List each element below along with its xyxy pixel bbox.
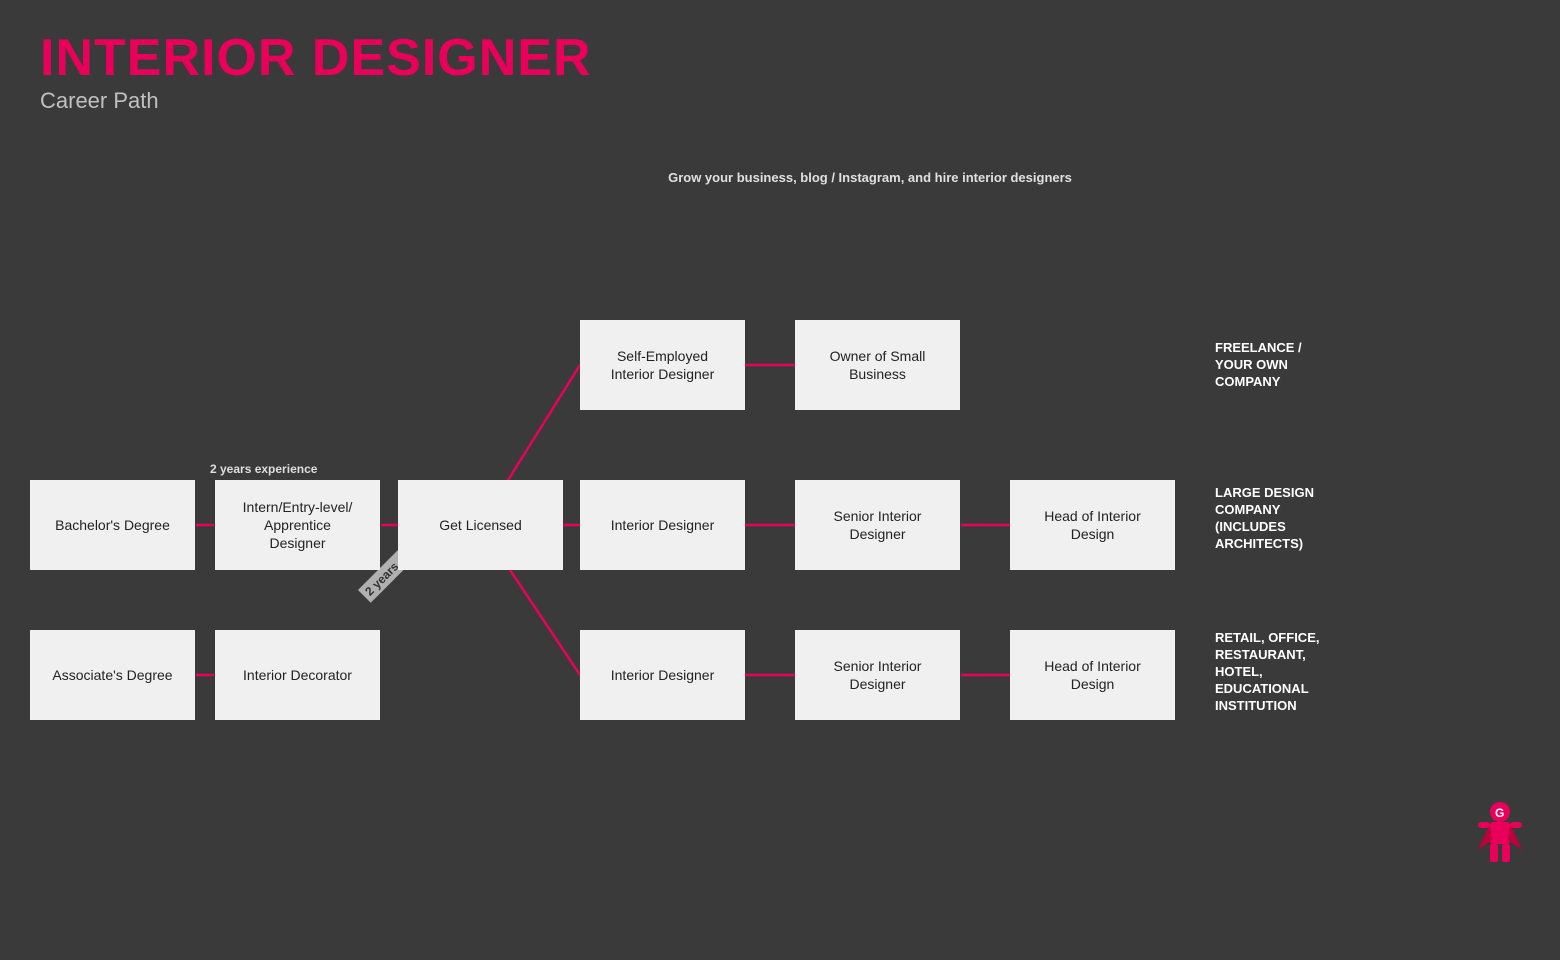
box-head-mid1: Head of InteriorDesign [1010, 480, 1175, 570]
grow-label: Grow your business, blog / Instagram, an… [580, 170, 1160, 185]
page-subtitle: Career Path [40, 88, 1520, 114]
logo: G [1470, 800, 1530, 870]
box-bachelors: Bachelor's Degree [30, 480, 195, 570]
box-head-mid2: Head of InteriorDesign [1010, 630, 1175, 720]
box-intern: Intern/Entry-level/ApprenticeDesigner [215, 480, 380, 570]
box-senior-mid1: Senior InteriorDesigner [795, 480, 960, 570]
exp-label-2years: 2 years experience [210, 462, 317, 476]
svg-text:G: G [1495, 806, 1504, 820]
diagram-area: Grow your business, blog / Instagram, an… [0, 140, 1560, 900]
row-label-freelance: FREELANCE /YOUR OWNCOMPANY [1215, 340, 1395, 391]
box-associates: Associate's Degree [30, 630, 195, 720]
box-interior-mid2: Interior Designer [580, 630, 745, 720]
box-self-employed: Self-EmployedInterior Designer [580, 320, 745, 410]
header: INTERIOR DESIGNER Career Path [0, 0, 1560, 124]
box-senior-mid2: Senior InteriorDesigner [795, 630, 960, 720]
box-interior-mid1: Interior Designer [580, 480, 745, 570]
page-title: INTERIOR DESIGNER [40, 32, 1520, 84]
row-label-large-design: LARGE DESIGNCOMPANY(INCLUDESARCHITECTS) [1215, 485, 1395, 553]
box-decorator: Interior Decorator [215, 630, 380, 720]
box-owner-small: Owner of SmallBusiness [795, 320, 960, 410]
row-label-retail: RETAIL, OFFICE,RESTAURANT,HOTEL,EDUCATIO… [1215, 630, 1395, 714]
box-get-licensed: Get Licensed [398, 480, 563, 570]
